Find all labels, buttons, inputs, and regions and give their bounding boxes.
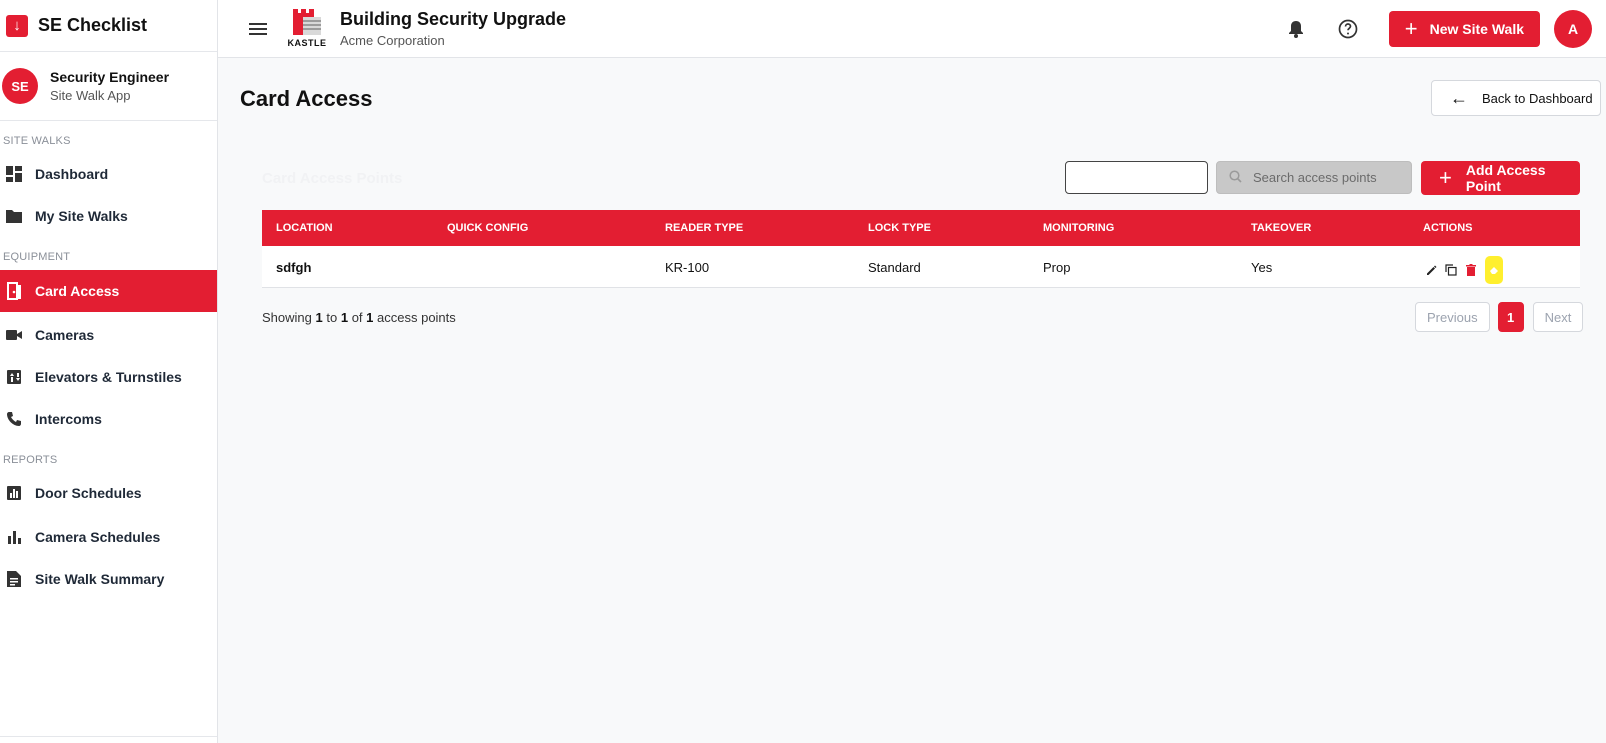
cell-location: sdfgh: [276, 260, 312, 275]
section-reports: REPORTS: [3, 454, 58, 466]
card-title: Card Access Points: [262, 170, 403, 187]
add-access-point-label: Add Access Point: [1465, 162, 1546, 194]
phone-icon: [5, 410, 23, 428]
kastle-logo: KASTLE: [288, 7, 326, 51]
bar-chart-icon: [5, 484, 23, 502]
project-client: Acme Corporation: [340, 33, 445, 48]
showing-of-word: of: [351, 310, 363, 325]
sidebar-item-label: Elevators & Turnstiles: [35, 369, 182, 385]
bar-chart-icon: [5, 528, 23, 546]
new-site-walk-button[interactable]: + New Site Walk: [1388, 11, 1540, 47]
delete-icon[interactable]: [1463, 260, 1479, 280]
new-site-walk-label: New Site Walk: [1429, 21, 1524, 37]
showing-prefix: Showing: [262, 310, 312, 325]
add-access-point-button[interactable]: + Add Access Point: [1421, 161, 1580, 195]
back-to-dashboard-button[interactable]: ← Back to Dashboard: [1431, 80, 1601, 116]
dashboard-icon: [5, 165, 23, 183]
sidebar-item-cameras[interactable]: Cameras: [0, 314, 217, 356]
user-name: Security Engineer: [50, 69, 170, 85]
castle-icon: [293, 8, 321, 35]
app-title: SE Checklist: [38, 15, 148, 35]
video-camera-icon: [5, 326, 23, 344]
eraser-icon[interactable]: [1485, 256, 1503, 284]
door-icon: [5, 282, 23, 300]
sidebar-item-label: Door Schedules: [35, 485, 142, 501]
summary-icon: [5, 570, 23, 588]
sidebar-item-intercoms[interactable]: Intercoms: [0, 398, 217, 440]
sidebar-item-label: My Site Walks: [35, 208, 128, 224]
user-role: Site Walk App: [50, 88, 131, 103]
sidebar-item-label: Cameras: [35, 327, 95, 343]
filter-input[interactable]: [1065, 161, 1208, 194]
help-icon[interactable]: [1337, 18, 1359, 40]
sidebar-item-label: Camera Schedules: [35, 529, 161, 545]
duplicate-icon[interactable]: [1443, 260, 1459, 280]
cell-takeover: Yes: [1251, 260, 1273, 275]
logo-wordmark: KASTLE: [287, 37, 327, 48]
search-box[interactable]: [1216, 161, 1412, 194]
column-header-location[interactable]: LOCATION: [276, 222, 333, 234]
sidebar-item-site-walk-summary[interactable]: Site Walk Summary: [0, 558, 217, 600]
sidebar-item-camera-schedules[interactable]: Camera Schedules: [0, 516, 217, 558]
sidebar-item-label: Card Access: [35, 283, 120, 299]
sidebar-item-dashboard[interactable]: Dashboard: [0, 153, 217, 195]
app-brand[interactable]: ↓ SE Checklist: [0, 0, 217, 52]
menu-icon[interactable]: [248, 19, 268, 39]
column-header-quick-config[interactable]: QUICK CONFIG: [447, 222, 528, 234]
back-label: Back to Dashboard: [1482, 90, 1593, 106]
account-avatar[interactable]: A: [1554, 10, 1592, 48]
search-icon: [1229, 169, 1243, 186]
column-header-lock-type[interactable]: LOCK TYPE: [868, 222, 931, 234]
sidebar-item-label: Intercoms: [35, 411, 102, 427]
top-header: KASTLE Building Security Upgrade Acme Co…: [218, 0, 1606, 58]
page-title: Card Access: [240, 86, 373, 111]
access-points-table: LOCATION QUICK CONFIG READER TYPE LOCK T…: [262, 210, 1580, 288]
column-header-monitoring[interactable]: MONITORING: [1043, 222, 1114, 234]
next-page-button[interactable]: Next: [1532, 302, 1584, 332]
sidebar-footer-divider: [0, 736, 217, 737]
showing-to-word: to: [326, 310, 338, 325]
row-actions: [1423, 256, 1507, 284]
cell-reader-type: KR-100: [665, 260, 710, 275]
pagination-summary: Showing 1 to 1 of 1 access points: [262, 310, 456, 325]
plus-icon: +: [1439, 165, 1452, 190]
showing-suffix: access points: [377, 310, 456, 325]
showing-total: 1: [366, 310, 374, 325]
sidebar-item-label: Site Walk Summary: [35, 571, 165, 587]
cell-monitoring: Prop: [1043, 260, 1071, 275]
sidebar-item-label: Dashboard: [35, 166, 109, 182]
sidebar: ↓ SE Checklist SE Security Engineer Site…: [0, 0, 218, 743]
column-header-reader-type[interactable]: READER TYPE: [665, 222, 743, 234]
user-avatar: SE: [2, 68, 38, 104]
column-header-actions: ACTIONS: [1423, 222, 1473, 234]
table-row[interactable]: sdfgh KR-100 Standard Prop Yes: [262, 246, 1580, 288]
showing-from: 1: [315, 310, 323, 325]
search-input[interactable]: [1253, 170, 1403, 185]
sidebar-item-door-schedules[interactable]: Door Schedules: [0, 472, 217, 514]
pagination: Previous 1 Next: [1415, 302, 1584, 332]
sidebar-item-card-access[interactable]: Card Access: [0, 270, 217, 312]
arrow-left-icon: ←: [1450, 87, 1468, 108]
user-profile: SE Security Engineer Site Walk App: [0, 52, 217, 121]
cell-lock-type: Standard: [868, 260, 921, 275]
project-title: Building Security Upgrade: [340, 9, 567, 29]
page-1-button[interactable]: 1: [1497, 302, 1524, 332]
previous-page-button[interactable]: Previous: [1415, 302, 1490, 332]
showing-to: 1: [340, 310, 349, 325]
plus-icon: +: [1404, 16, 1418, 41]
bell-icon[interactable]: [1285, 18, 1307, 40]
section-site-walks: SITE WALKS: [3, 135, 71, 147]
folder-icon: [5, 207, 23, 225]
sidebar-item-my-site-walks[interactable]: My Site Walks: [0, 195, 217, 237]
sidebar-item-elevators-turnstiles[interactable]: Elevators & Turnstiles: [0, 356, 217, 398]
checklist-logo-icon: ↓: [6, 14, 28, 37]
section-equipment: EQUIPMENT: [3, 251, 71, 263]
elevator-icon: [5, 368, 23, 386]
column-header-takeover[interactable]: TAKEOVER: [1251, 222, 1311, 234]
edit-icon[interactable]: [1423, 260, 1439, 280]
table-header: LOCATION QUICK CONFIG READER TYPE LOCK T…: [262, 210, 1580, 246]
